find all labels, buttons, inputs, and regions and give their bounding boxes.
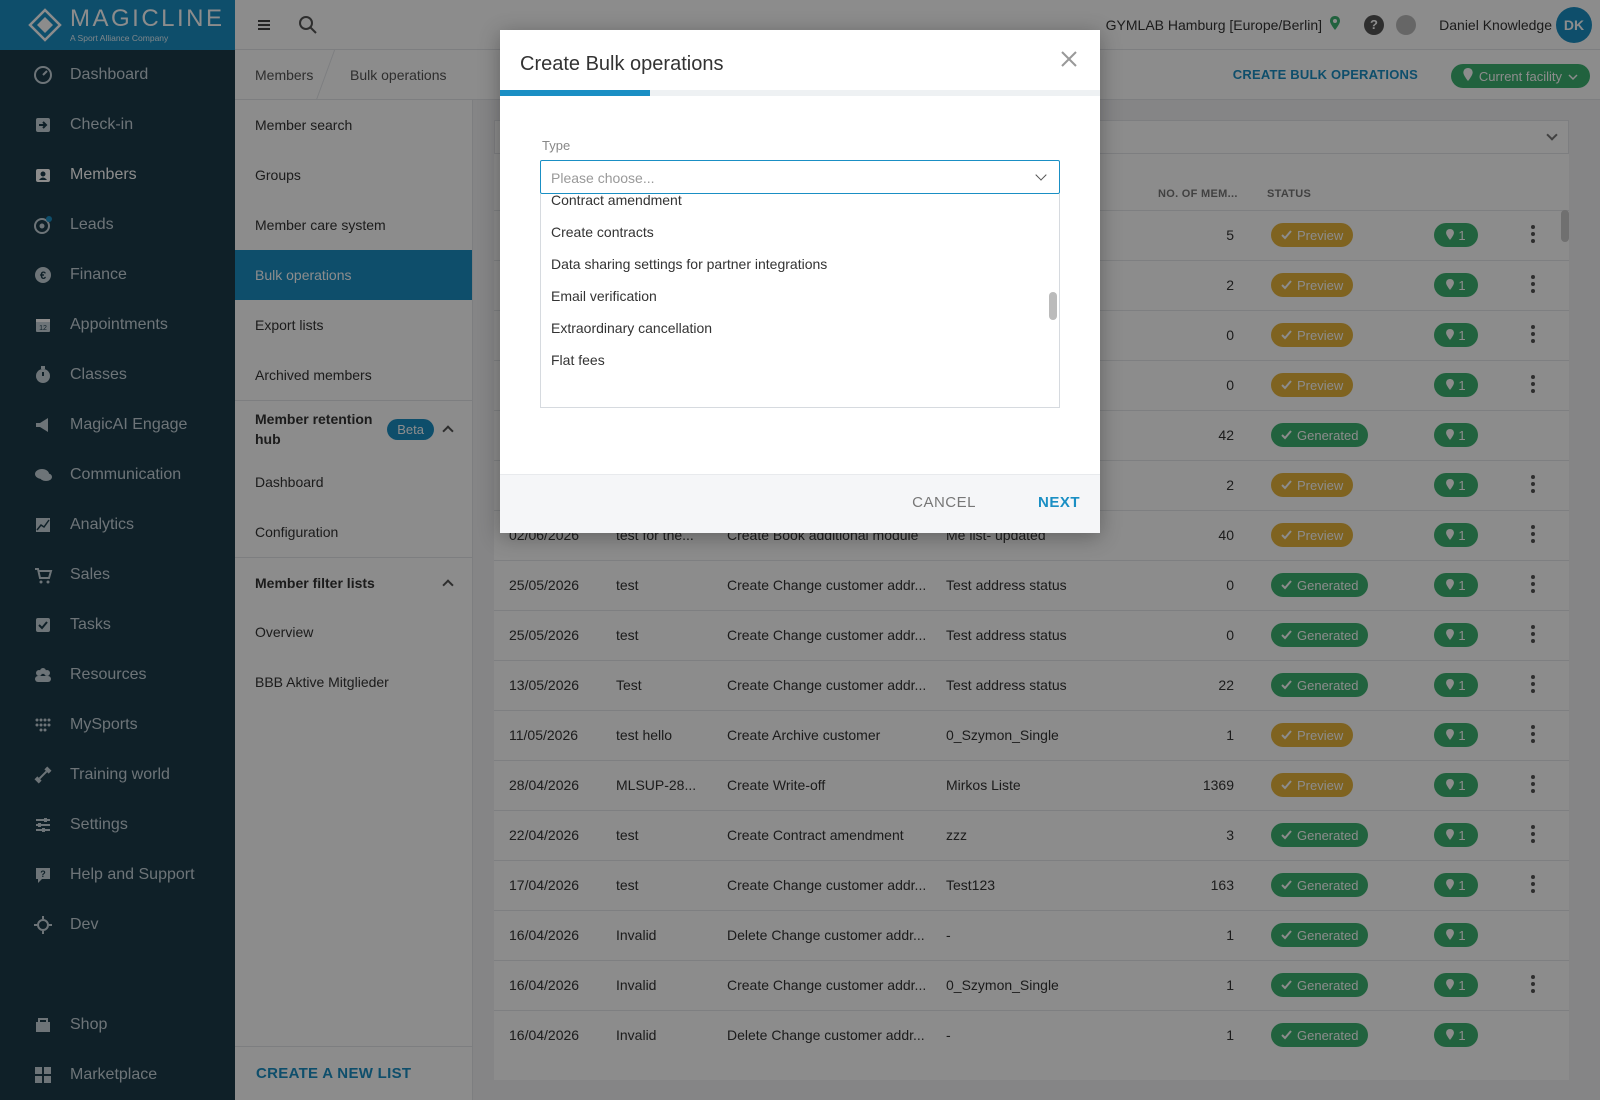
chevron-down-icon xyxy=(1035,169,1047,181)
dropdown-option-flat-fees[interactable]: Flat fees xyxy=(541,344,1059,376)
type-select-placeholder: Please choose... xyxy=(551,170,655,186)
close-icon[interactable] xyxy=(1058,48,1080,70)
step-progress-fill xyxy=(500,90,650,96)
dropdown-option-data-sharing-settings-for-partner-integrations[interactable]: Data sharing settings for partner integr… xyxy=(541,248,1059,280)
dropdown-option-extraordinary-cancellation[interactable]: Extraordinary cancellation xyxy=(541,312,1059,344)
step-progress-bar xyxy=(500,90,1100,96)
dropdown-option-create-contracts[interactable]: Create contracts xyxy=(541,216,1059,248)
cancel-button[interactable]: CANCEL xyxy=(912,494,976,511)
type-select[interactable]: Please choose... xyxy=(540,160,1060,194)
dropdown-option-contract-amendment[interactable]: Contract amendment xyxy=(541,194,1059,216)
create-bulk-operations-dialog: Create Bulk operations Type Please choos… xyxy=(500,30,1100,533)
next-button[interactable]: NEXT xyxy=(1038,494,1080,511)
type-dropdown-list: Contract amendment Create contracts Data s… xyxy=(540,194,1060,408)
dropdown-option-email-verification[interactable]: Email verification xyxy=(541,280,1059,312)
dialog-title: Create Bulk operations xyxy=(520,53,724,75)
dropdown-scrollbar[interactable] xyxy=(1049,292,1057,320)
type-label: Type xyxy=(542,138,571,153)
dialog-footer: CANCEL NEXT xyxy=(500,474,1100,533)
